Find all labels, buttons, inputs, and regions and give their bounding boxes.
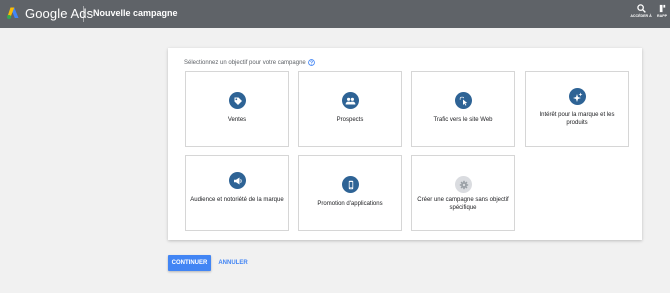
- go-to-label: ACCÉDER À: [630, 14, 652, 18]
- cancel-button[interactable]: ANNULER: [216, 255, 250, 271]
- objective-prompt-text: Sélectionnez un objectif pour votre camp…: [184, 59, 306, 66]
- objective-label: Intérêt pour la marque et les produits: [539, 112, 615, 126]
- go-to-button[interactable]: ACCÉDER À: [627, 4, 655, 19]
- sparkle-icon: [569, 88, 586, 105]
- objective-prompt: Sélectionnez un objectif pour votre camp…: [184, 59, 315, 66]
- objective-label: Audience et notoriété de la marque: [190, 197, 284, 203]
- header-divider: [83, 6, 84, 22]
- megaphone-icon: [229, 172, 246, 189]
- page-title: Nouvelle campagne: [93, 8, 178, 18]
- reports-label: RAPP: [657, 14, 667, 18]
- objective-leads[interactable]: Prospects: [298, 71, 402, 147]
- help-icon[interactable]: [307, 59, 315, 66]
- google-ads-logo-icon: [7, 7, 19, 19]
- search-icon: [636, 4, 646, 13]
- objective-label: Promotion d'applications: [317, 201, 383, 207]
- objective-brand-awareness[interactable]: Audience et notoriété de la marque: [185, 155, 289, 231]
- objective-label: Créer une campagne sans objectif spécifi…: [417, 197, 509, 211]
- objective-app-promotion[interactable]: Promotion d'applications: [298, 155, 402, 231]
- tag-icon: [229, 92, 246, 109]
- objective-label: Prospects: [336, 117, 364, 123]
- reports-button[interactable]: RAPP: [655, 4, 669, 19]
- objective-label: Trafic vers le site Web: [433, 117, 493, 123]
- objective-selection-card: Sélectionnez un objectif pour votre camp…: [168, 48, 642, 240]
- continue-button[interactable]: CONTINUER: [168, 255, 211, 271]
- people-icon: [342, 92, 359, 109]
- objective-brand-consideration[interactable]: Intérêt pour la marque et les produits: [525, 71, 629, 147]
- objective-no-goal[interactable]: Créer une campagne sans objectif spécifi…: [411, 155, 515, 231]
- cursor-click-icon: [455, 92, 472, 109]
- objective-label: Ventes: [227, 117, 247, 123]
- gear-icon: [455, 176, 472, 193]
- phone-icon: [342, 176, 359, 193]
- top-app-bar: Google Ads Nouvelle campagne ACCÉDER À R…: [0, 0, 670, 28]
- objective-sales[interactable]: Ventes: [185, 71, 289, 147]
- objective-website-traffic[interactable]: Trafic vers le site Web: [411, 71, 515, 147]
- wrench-icon: [659, 4, 665, 13]
